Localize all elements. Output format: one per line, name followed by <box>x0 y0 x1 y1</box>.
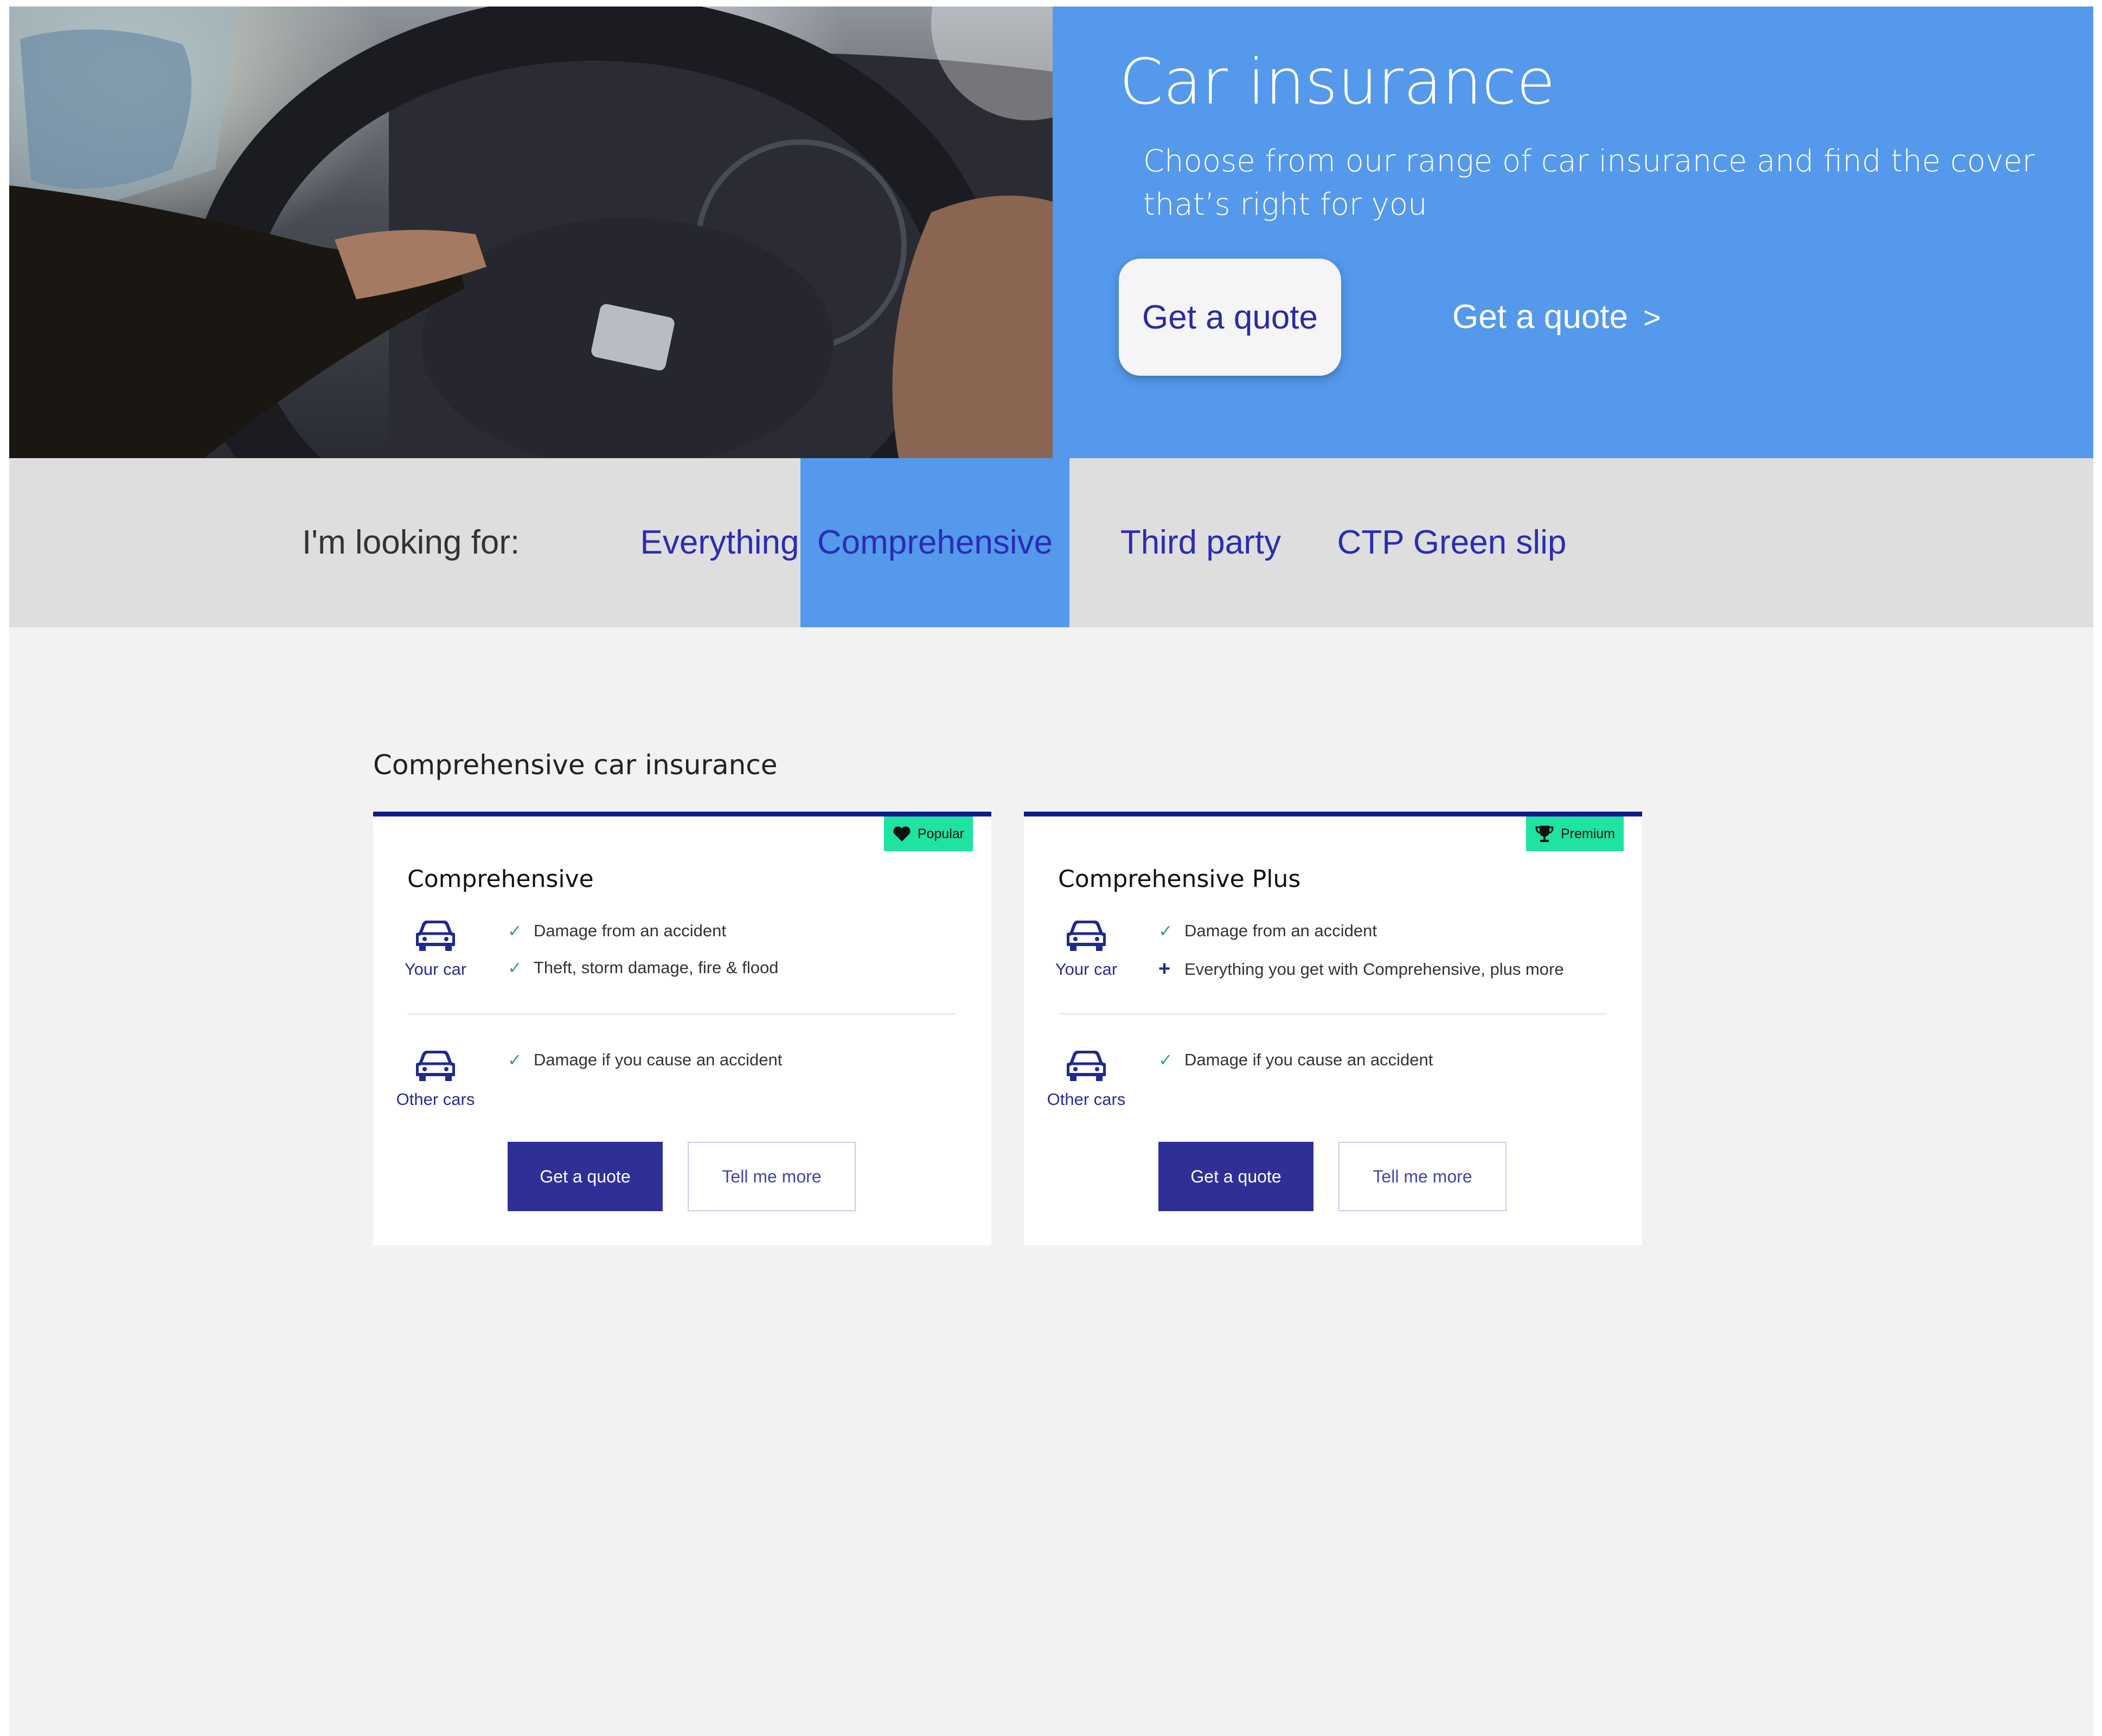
section-title: Comprehensive car insurance <box>373 749 778 781</box>
car-icon <box>416 921 455 951</box>
tell-me-more-button[interactable]: Tell me more <box>688 1142 856 1211</box>
feature-text: Theft, storm damage, fire & flood <box>534 958 779 977</box>
hero-subtitle: Choose from our range of car insurance a… <box>1143 144 2035 222</box>
feature-text: Damage if you cause an accident <box>534 1050 783 1069</box>
product-card-comprehensive: Popular Comprehensive Your car ✓ Damage … <box>373 812 991 1245</box>
feature-text: Damage from an accident <box>534 921 726 940</box>
check-icon: ✓ <box>508 1050 522 1070</box>
car-icon <box>1067 1051 1106 1081</box>
card-divider <box>1058 1013 1607 1014</box>
check-icon: ✓ <box>1158 1050 1173 1070</box>
plus-icon: + <box>1158 957 1171 980</box>
heart-icon <box>893 826 911 841</box>
feature-item: ✓ Theft, storm damage, fire & flood <box>508 957 778 978</box>
feature-text: Damage if you cause an accident <box>1184 1050 1433 1069</box>
filter-label: I'm looking for: <box>302 524 520 561</box>
hero-get-quote-link[interactable]: Get a quote > <box>1452 293 1661 342</box>
card-title: Comprehensive <box>407 865 594 893</box>
status-badge: Premium <box>1526 816 1624 851</box>
other-cars-block: Other cars <box>1046 1051 1127 1109</box>
feature-item: ✓ Damage if you cause an accident <box>1158 1050 1433 1070</box>
other-cars-block: Other cars <box>395 1051 476 1109</box>
feature-item: ✓ Damage from an accident <box>1158 921 1377 941</box>
chevron-right-icon: > <box>1643 300 1661 335</box>
other-cars-label: Other cars <box>1047 1090 1126 1109</box>
tab-comprehensive[interactable]: Comprehensive <box>800 458 1069 627</box>
your-car-label: Your car <box>404 960 467 979</box>
card-divider <box>407 1013 956 1014</box>
page-title: Car insurance <box>1119 46 1555 119</box>
car-icon <box>1067 921 1106 951</box>
feature-item: ✓ Damage from an accident <box>508 921 726 941</box>
your-car-block: Your car <box>395 921 476 979</box>
feature-item: ✓ Damage if you cause an accident <box>508 1050 782 1070</box>
check-icon: ✓ <box>508 958 522 978</box>
steering-wheel-photo <box>9 7 1053 458</box>
feature-text: Everything you get with Comprehensive, p… <box>1184 959 1564 979</box>
check-icon: ✓ <box>1158 921 1173 941</box>
tell-me-more-button[interactable]: Tell me more <box>1338 1142 1507 1211</box>
feature-text: Damage from an accident <box>1184 921 1377 940</box>
tab-ctp-green-slip[interactable]: CTP Green slip <box>1327 458 1576 627</box>
hero-image <box>9 7 1053 458</box>
your-car-label: Your car <box>1055 960 1118 979</box>
check-icon: ✓ <box>508 921 522 941</box>
product-filter-bar: I'm looking for: Everything Comprehensiv… <box>9 458 2093 627</box>
car-icon <box>416 1051 455 1081</box>
badge-label: Popular <box>917 826 964 841</box>
hero-get-quote-button[interactable]: Get a quote <box>1119 259 1341 376</box>
hero-banner <box>9 7 2093 458</box>
product-card-comprehensive-plus: Premium Comprehensive Plus Your car ✓ Da… <box>1024 812 1642 1245</box>
your-car-block: Your car <box>1046 921 1127 979</box>
get-quote-button[interactable]: Get a quote <box>508 1142 663 1211</box>
trophy-icon <box>1535 826 1554 842</box>
hero-get-quote-link-label: Get a quote <box>1452 298 1629 336</box>
tab-third-party[interactable]: Third party <box>1100 458 1301 627</box>
feature-item: + Everything you get with Comprehensive,… <box>1158 957 1564 981</box>
status-badge: Popular <box>883 816 973 851</box>
other-cars-label: Other cars <box>396 1090 475 1109</box>
card-title: Comprehensive Plus <box>1058 865 1301 893</box>
badge-label: Premium <box>1560 826 1615 841</box>
get-quote-button[interactable]: Get a quote <box>1158 1142 1313 1211</box>
